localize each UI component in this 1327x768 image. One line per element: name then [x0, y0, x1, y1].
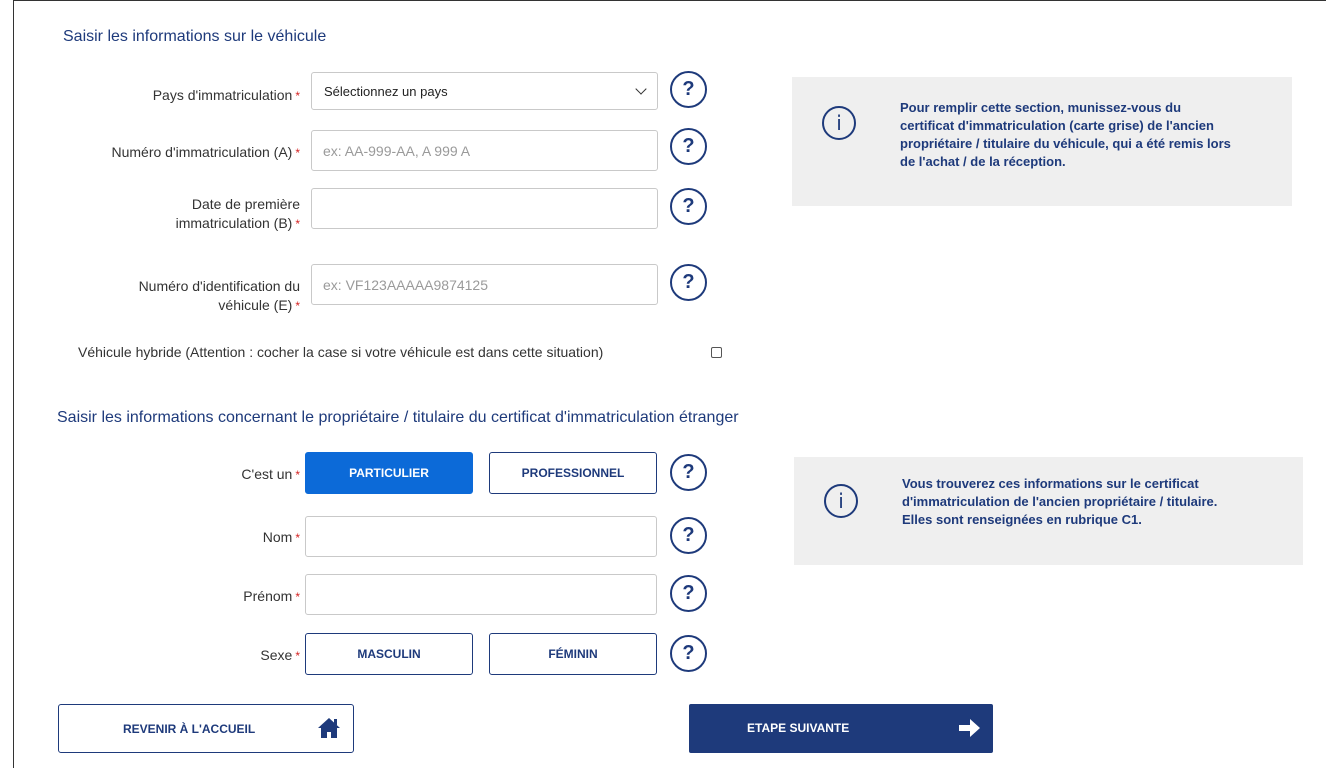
plate-input[interactable] — [311, 130, 658, 171]
required-mark: * — [295, 590, 300, 604]
info-icon: i — [822, 106, 856, 140]
help-vin-button[interactable]: ? — [670, 264, 707, 301]
owner-section-title: Saisir les informations concernant le pr… — [57, 409, 739, 426]
first-registration-label: Date de première immatriculation (B) * — [90, 195, 300, 234]
owner-info-text: Vous trouverez ces informations sur le c… — [902, 475, 1292, 529]
help-icon: ? — [682, 135, 695, 157]
required-mark: * — [295, 531, 300, 545]
owner-info-line: d'immatriculation de l'ancien propriétai… — [902, 494, 1218, 509]
next-step-button[interactable]: ETAPE SUIVANTE — [689, 704, 993, 753]
nom-label-text: Nom — [262, 529, 293, 545]
prenom-input[interactable] — [305, 574, 657, 615]
help-icon: ? — [682, 582, 695, 604]
help-plate-button[interactable]: ? — [670, 128, 707, 165]
sexe-label: Sexe * — [150, 646, 300, 666]
info-icon-glyph: i — [838, 489, 844, 513]
vehicle-section-title: Saisir les informations sur le véhicule — [63, 28, 327, 45]
help-icon: ? — [682, 195, 695, 217]
plate-label: Numéro d'immatriculation (A) * — [60, 143, 300, 163]
first-registration-date-input[interactable] — [311, 188, 658, 229]
hybrid-checkbox[interactable] — [711, 347, 722, 358]
vehicle-info-line: de l'achat / de la réception. — [900, 154, 1066, 169]
help-icon: ? — [682, 524, 695, 546]
home-button[interactable]: REVENIR À L'ACCUEIL — [58, 704, 354, 753]
hybrid-label: Véhicule hybride (Attention : cocher la … — [78, 344, 604, 360]
vehicle-info-box: i Pour remplir cette section, munissez-v… — [792, 77, 1292, 206]
help-nom-button[interactable]: ? — [670, 517, 707, 554]
particulier-button[interactable]: PARTICULIER — [305, 452, 473, 494]
help-owner-type-button[interactable]: ? — [670, 454, 707, 491]
required-mark: * — [295, 146, 300, 160]
nom-input[interactable] — [305, 516, 657, 557]
prenom-label-text: Prénom — [243, 588, 293, 604]
home-icon — [318, 718, 340, 738]
required-mark: * — [295, 299, 300, 313]
sexe-label-text: Sexe — [260, 647, 293, 663]
masculin-button[interactable]: MASCULIN — [305, 633, 473, 675]
help-country-button[interactable]: ? — [670, 71, 707, 108]
help-prenom-button[interactable]: ? — [670, 575, 707, 612]
help-icon: ? — [682, 461, 695, 483]
first-registration-label-line1: Date de première — [191, 196, 300, 212]
feminin-button[interactable]: FÉMININ — [489, 633, 657, 675]
owner-info-box: i Vous trouverez ces informations sur le… — [794, 457, 1303, 565]
arrow-right-icon — [959, 719, 980, 737]
country-select-value: Sélectionnez un pays — [324, 83, 448, 99]
required-mark: * — [295, 649, 300, 663]
vin-label-line2: véhicule (E) — [218, 297, 293, 313]
vehicle-info-line: Pour remplir cette section, munissez-vou… — [900, 100, 1182, 115]
help-first-registration-button[interactable]: ? — [670, 188, 707, 225]
vin-label-line1: Numéro d'identification du — [138, 278, 300, 294]
vehicle-info-line: propriétaire / titulaire du véhicule, qu… — [900, 136, 1231, 151]
owner-info-line: Vous trouverez ces informations sur le c… — [902, 476, 1199, 491]
owner-type-label-text: C'est un — [241, 466, 293, 482]
help-icon: ? — [682, 271, 695, 293]
country-select[interactable]: Sélectionnez un pays — [311, 72, 658, 110]
nom-label: Nom * — [150, 528, 300, 548]
next-step-label: ETAPE SUIVANTE — [747, 721, 850, 735]
first-registration-label-line2: immatriculation (B) — [175, 215, 293, 231]
country-label: Pays d'immatriculation * — [70, 86, 300, 106]
home-button-label: REVENIR À L'ACCUEIL — [123, 722, 256, 736]
prenom-label: Prénom * — [150, 587, 300, 607]
chevron-down-icon — [635, 83, 647, 95]
required-mark: * — [295, 468, 300, 482]
help-sexe-button[interactable]: ? — [670, 635, 707, 672]
plate-label-text: Numéro d'immatriculation (A) — [111, 144, 293, 160]
help-icon: ? — [682, 78, 695, 100]
vin-input[interactable] — [311, 264, 658, 305]
help-icon: ? — [682, 642, 695, 664]
vin-label: Numéro d'identification du véhicule (E) * — [80, 277, 300, 316]
info-icon-glyph: i — [836, 111, 842, 135]
vehicle-info-text: Pour remplir cette section, munissez-vou… — [900, 99, 1280, 171]
professionnel-button[interactable]: PROFESSIONNEL — [489, 452, 657, 494]
owner-info-line: Elles sont renseignées en rubrique C1. — [902, 512, 1142, 527]
required-mark: * — [295, 217, 300, 231]
country-label-text: Pays d'immatriculation — [152, 87, 293, 103]
info-icon: i — [824, 484, 858, 518]
owner-type-label: C'est un * — [150, 465, 300, 485]
vehicle-info-line: certificat d'immatriculation (carte gris… — [900, 118, 1214, 133]
required-mark: * — [295, 89, 300, 103]
